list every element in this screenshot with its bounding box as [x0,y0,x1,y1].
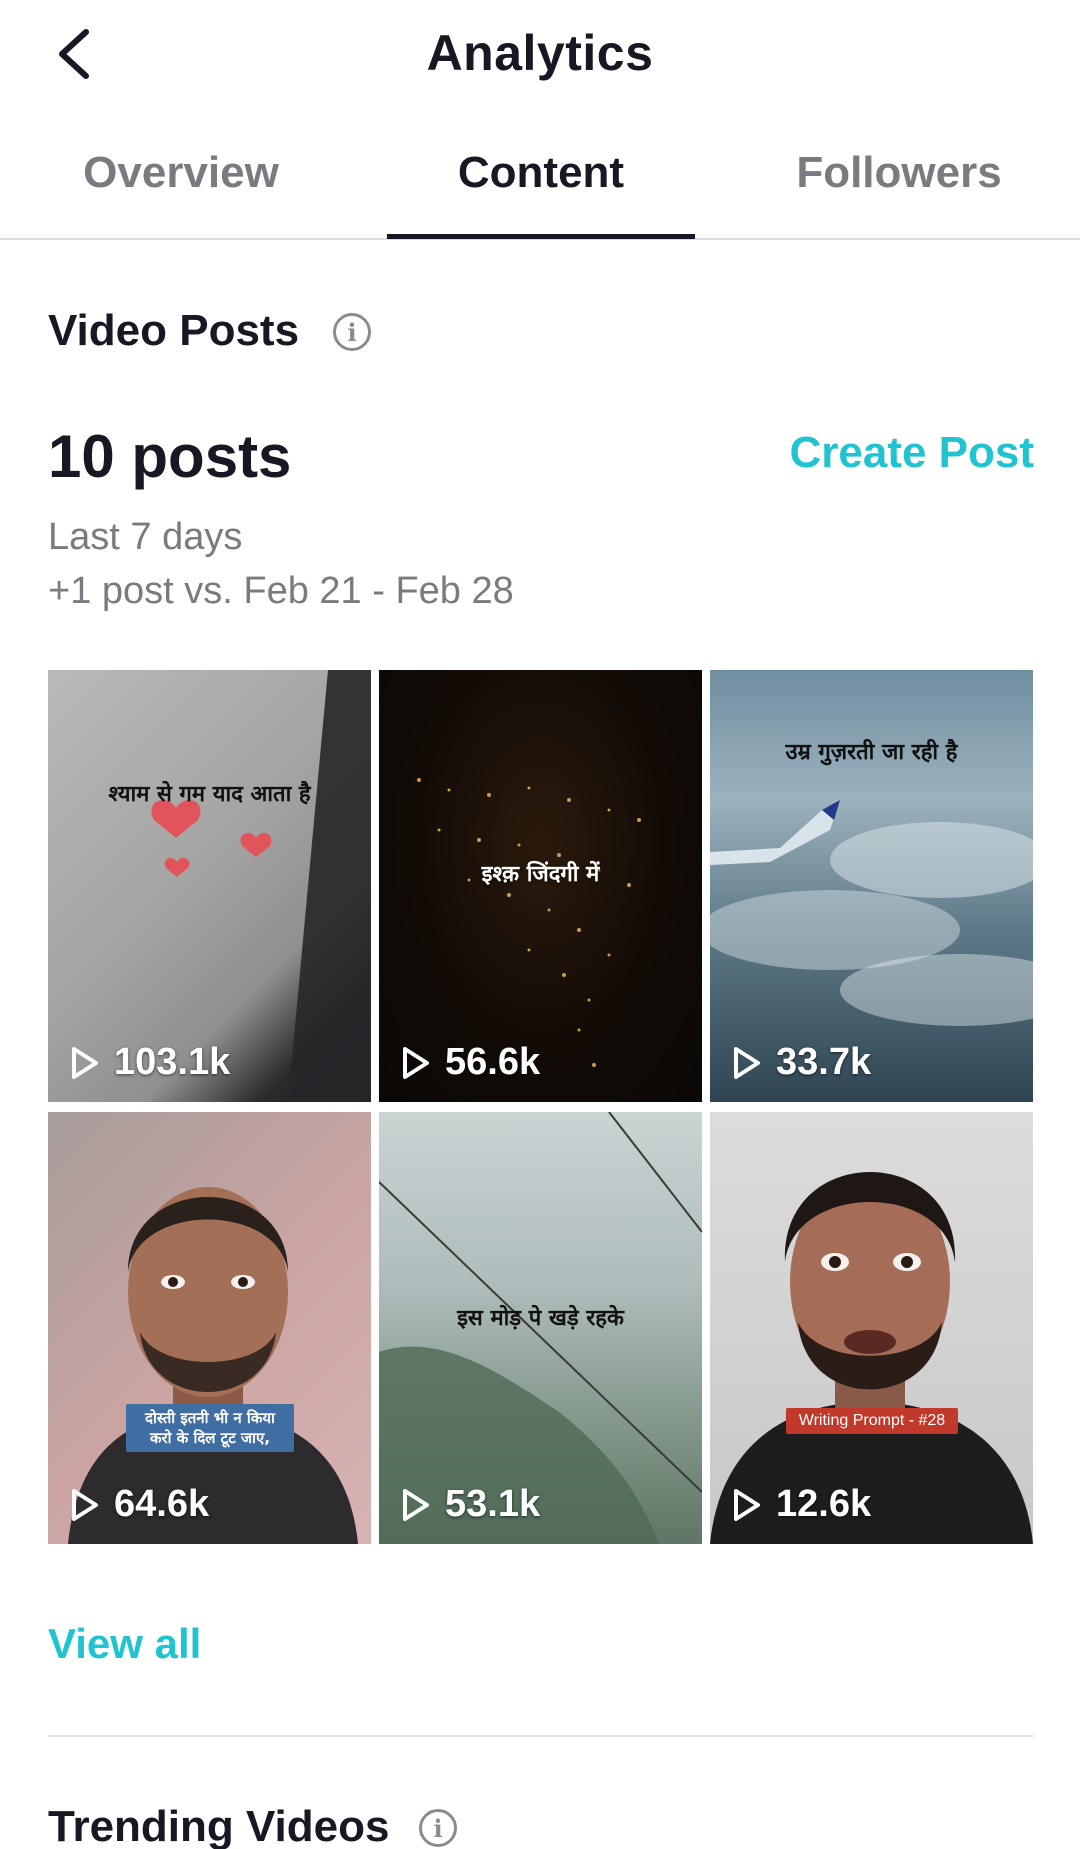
view-count: 103.1k [70,1041,230,1084]
section-divider [48,1735,1034,1737]
view-count-value: 103.1k [114,1041,231,1083]
info-icon[interactable]: i [419,1809,457,1847]
create-post-link[interactable]: Create Post [789,428,1034,478]
thumbnail-art [710,1172,1033,1544]
play-icon [734,1046,760,1079]
comparison-label: +1 post vs. Feb 21 - Feb 28 [48,570,514,612]
video-overlay-text: श्याम से गम याद आता है [108,782,311,807]
video-thumbnail[interactable]: इस मोड़ पे खड़े रहके 53.1k [379,1112,702,1544]
view-count: 64.6k [70,1483,209,1526]
active-tab-indicator [387,234,695,239]
tab-followers[interactable]: Followers [718,148,1080,198]
video-thumbnail[interactable]: Writing Prompt - #28 12.6k [710,1112,1033,1544]
video-posts-title: Video Posts [48,306,300,355]
video-overlay-text: इश्क़ जिंदगी में [481,862,600,887]
video-thumbnail[interactable]: इश्क़ जिंदगी में 56.6k [379,670,702,1102]
play-icon [72,1046,98,1079]
view-count: 56.6k [401,1041,540,1084]
tab-bar: Overview Content Followers [0,120,1080,240]
page-title: Analytics [426,25,654,81]
thumbnail-art [68,1187,358,1544]
view-count: 53.1k [401,1483,540,1526]
video-grid: श्याम से गम याद आता है 103.1k इश्क़ जिंद… [48,670,1034,1544]
video-caption-box: दोस्ती इतनी भी न किया करो के दिल टूट जाए… [126,1404,294,1452]
play-icon [734,1488,760,1521]
play-icon [403,1488,429,1521]
thumbnail-art [151,670,371,1102]
info-icon[interactable]: i [333,313,371,351]
view-count-value: 53.1k [445,1483,541,1525]
video-overlay-text: उम्र गुज़रती जा रही है [785,740,958,765]
view-count-value: 33.7k [776,1041,872,1083]
tab-content[interactable]: Content [387,148,695,198]
posts-count: 10 posts [48,423,292,490]
tab-overview[interactable]: Overview [0,148,362,198]
thumbnail-art [710,800,1033,1026]
video-thumbnail[interactable]: उम्र गुज़रती जा रही है 33.7k [710,670,1033,1102]
video-thumbnail[interactable]: दोस्ती इतनी भी न किया करो के दिल टूट जाए… [48,1112,371,1544]
view-all-link[interactable]: View all [48,1620,201,1668]
view-count-value: 64.6k [114,1483,210,1525]
top-bar: Analytics [0,0,1080,110]
video-overlay-text: इस मोड़ पे खड़े रहके [457,1306,624,1331]
view-count: 12.6k [732,1483,871,1526]
trending-videos-title: Trending Videos [48,1802,390,1849]
heart-icon [151,799,272,877]
view-count: 33.7k [732,1041,871,1084]
video-thumbnail[interactable]: श्याम से गम याद आता है 103.1k [48,670,371,1102]
view-count-value: 56.6k [445,1041,541,1083]
period-label: Last 7 days [48,516,243,558]
play-icon [403,1046,429,1079]
video-caption-box: Writing Prompt - #28 [786,1408,958,1434]
play-icon [72,1488,98,1521]
view-count-value: 12.6k [776,1483,872,1525]
